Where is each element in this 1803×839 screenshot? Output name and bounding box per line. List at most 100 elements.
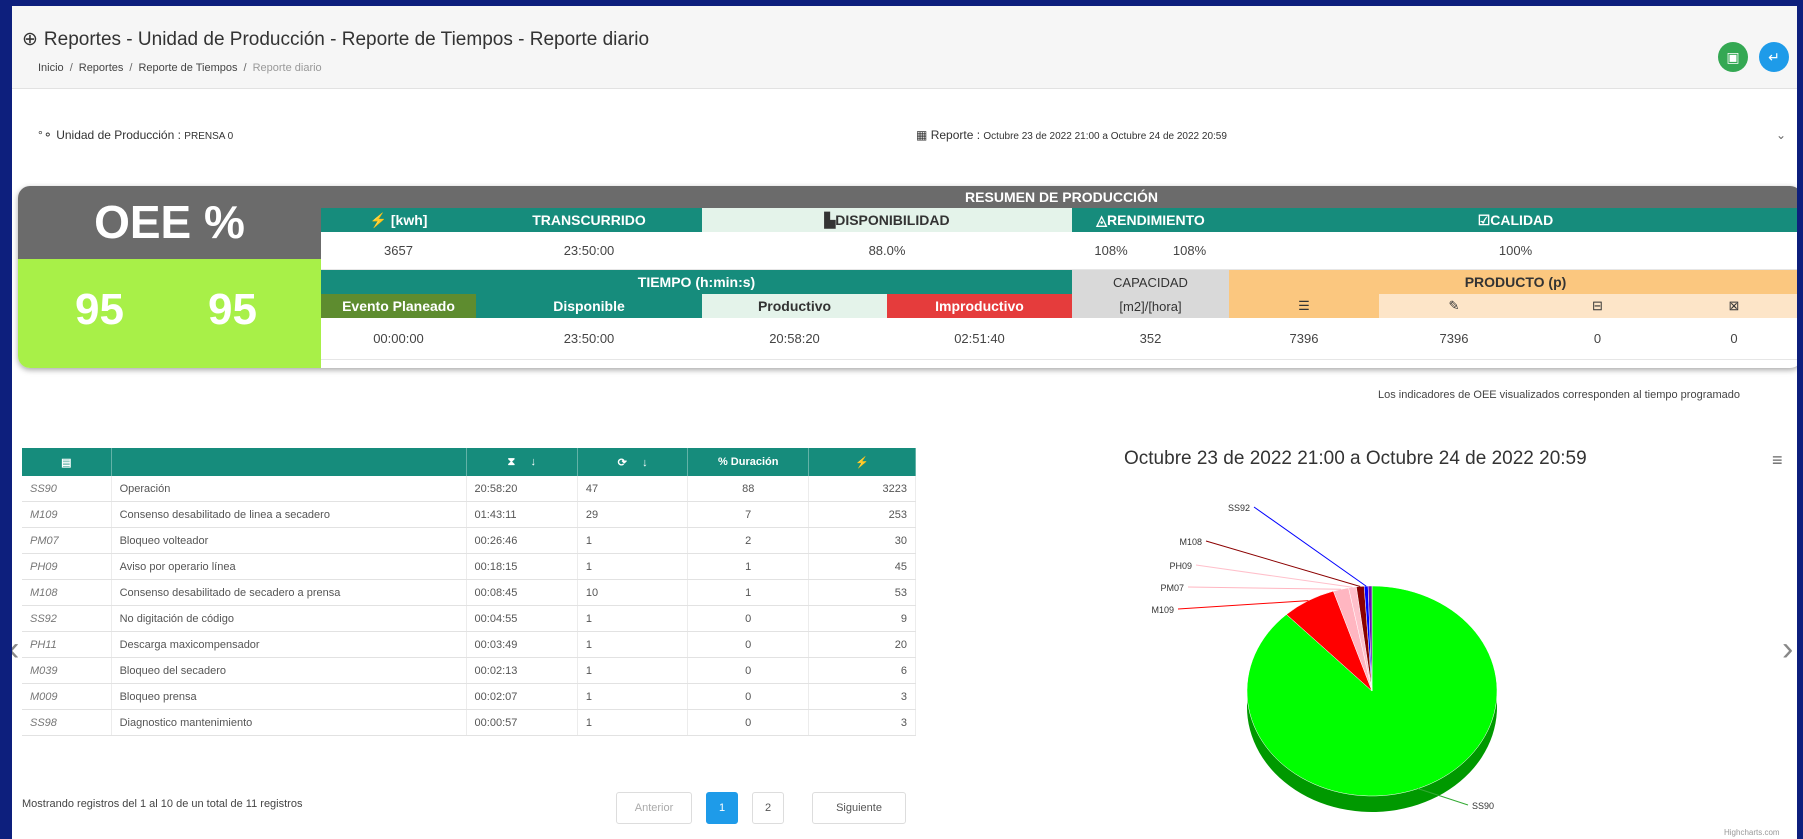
- table-row[interactable]: PH09 Aviso por operario línea 00:18:15 1 1 45: [22, 553, 916, 580]
- production-summary: OEE % 95 95 RESUMEN DE PRODUCCIÓN ⚡ [kwh…: [18, 186, 1797, 368]
- oee-value-2: 95: [208, 285, 257, 334]
- chevron-right-icon[interactable]: ›: [1782, 630, 1793, 669]
- sort-icon[interactable]: ↓: [530, 456, 536, 468]
- unit-label: Unidad de Producción :: [56, 128, 181, 142]
- pie-connector: [1195, 564, 1353, 588]
- pie-label: M108: [1179, 537, 1202, 547]
- next-page-button[interactable]: Siguiente: [812, 792, 906, 824]
- table-row[interactable]: SS98 Diagnostico mantenimiento 00:00:57 1 0 3: [22, 709, 916, 736]
- summary-band-title: RESUMEN DE PRODUCCIÓN: [965, 189, 1158, 205]
- table-row[interactable]: SS90 Operación 20:58:20 47 88 3223: [22, 476, 916, 502]
- capacity-value: 352: [1072, 318, 1229, 360]
- area-chart-icon: ◬: [1096, 211, 1108, 228]
- hamburger-menu-icon[interactable]: ≡: [1772, 450, 1783, 471]
- col-pct[interactable]: % Duración: [687, 448, 810, 476]
- planned-value: 00:00:00: [321, 318, 476, 360]
- bolt-icon: ⚡: [369, 211, 391, 228]
- breadcrumb-reporte-tiempos[interactable]: Reporte de Tiempos: [138, 62, 237, 74]
- bar-chart-icon: ▙: [824, 211, 836, 228]
- page-1-button[interactable]: 1: [706, 792, 738, 824]
- table-row[interactable]: M039 Bloqueo del secadero 00:02:13 1 0 6: [22, 657, 916, 684]
- list-icon: ▤: [61, 456, 72, 469]
- return-button[interactable]: ↵: [1759, 42, 1789, 72]
- check-icon: ☑: [1477, 211, 1491, 228]
- report-label: Reporte :: [930, 128, 981, 142]
- table-row[interactable]: M109 Consenso desabilitado de linea a sec…: [22, 501, 916, 528]
- return-arrow-icon: ↵: [1768, 48, 1780, 65]
- pie-label: PH09: [1169, 561, 1192, 571]
- energy-header: ⚡ [kwh]: [321, 208, 476, 232]
- refresh-icon: ⟳: [617, 456, 627, 469]
- planned-header: Evento Planeado: [321, 294, 476, 318]
- productive-value: 20:58:20: [702, 318, 887, 360]
- report-value: Octubre 23 de 2022 21:00 a Octubre 24 de…: [983, 131, 1227, 142]
- breadcrumb: Inicio / Reportes / Reporte de Tiempos / Repor…: [38, 62, 322, 74]
- export-excel-button[interactable]: ▣: [1718, 42, 1748, 72]
- col-energy[interactable]: ⚡: [808, 448, 916, 476]
- back-circle-icon[interactable]: ⊕: [22, 29, 38, 50]
- col-count[interactable]: ⟳ ↓: [577, 448, 689, 476]
- prev-page-button[interactable]: Anterior: [616, 792, 692, 824]
- table-row[interactable]: PH11 Descarga maxicompensador 00:03:49 1 0 20: [22, 631, 916, 658]
- performance-value-b: 108%: [1150, 232, 1229, 270]
- page-2-button[interactable]: 2: [752, 792, 784, 824]
- pie-label: PM07: [1160, 583, 1184, 593]
- performance-value-a: 108%: [1072, 232, 1150, 270]
- product-title: PRODUCTO (p): [1229, 270, 1797, 294]
- unproductive-value: 02:51:40: [887, 318, 1072, 360]
- elapsed-header: TRANSCURRIDO: [476, 208, 702, 232]
- chevron-down-icon[interactable]: ⌄: [1776, 128, 1786, 142]
- table-row[interactable]: PM07 Bloqueo volteador 00:26:46 1 2 30: [22, 527, 916, 554]
- col-desc[interactable]: [111, 448, 467, 476]
- breadcrumb-inicio[interactable]: Inicio: [38, 62, 64, 74]
- oee-title: OEE %: [18, 186, 321, 259]
- pie-label: M109: [1151, 605, 1174, 615]
- product-rework-value: 0: [1529, 318, 1666, 360]
- link-icon: °⚬: [38, 128, 53, 142]
- page-title-text: Reportes - Unidad de Producción - Report…: [43, 29, 650, 50]
- report-info: ▦ Reporte : Octubre 23 de 2022 21:00 a O…: [916, 128, 1227, 142]
- available-value: 23:50:00: [476, 318, 702, 360]
- product-total-value: 7396: [1229, 318, 1379, 360]
- available-header: Disponible: [476, 294, 702, 318]
- quality-header: ☑ CALIDAD: [1229, 208, 1797, 232]
- productive-header: Productivo: [702, 294, 887, 318]
- unit-info: °⚬ Unidad de Producción : PRENSA 0: [38, 128, 233, 142]
- pie-chart: SS90 M109 PM07 PH09 M108 SS92: [1151, 503, 1498, 812]
- app-frame: ⊕ Reportes - Unidad de Producción - Repor…: [0, 0, 1803, 839]
- good-product-icon: ✎: [1379, 294, 1529, 318]
- capacity-unit: [m2]/[hora]: [1072, 294, 1229, 318]
- page-header: ⊕ Reportes - Unidad de Producción - Repor…: [12, 6, 1797, 89]
- chart-credit: Highcharts.com: [1724, 828, 1780, 837]
- product-scrap-value: 0: [1666, 318, 1797, 360]
- oee-values: 95 95: [18, 259, 321, 368]
- pie-label: SS92: [1228, 503, 1250, 513]
- rework-product-icon: ⊟: [1529, 294, 1666, 318]
- table-row[interactable]: SS92 No digitación de código 00:04:55 1 0 9: [22, 605, 916, 632]
- pie-connector: [1253, 506, 1367, 587]
- chart-title: Octubre 23 de 2022 21:00 a Octubre 24 de…: [1124, 448, 1587, 469]
- unproductive-header: Improductivo: [887, 294, 1072, 318]
- pie-label: SS90: [1472, 801, 1494, 811]
- page-title: ⊕ Reportes - Unidad de Producción - Repor…: [22, 28, 649, 51]
- pie-connector: [1177, 600, 1309, 610]
- events-table-wrap: ▤ ⧗ ↓ ⟳ ↓ % Duración ⚡ SS90 Operación 20:5…: [22, 448, 916, 736]
- sort-icon[interactable]: ↓: [642, 457, 648, 469]
- availability-value: 88.0%: [702, 232, 1072, 270]
- breadcrumb-reportes[interactable]: Reportes: [79, 62, 124, 74]
- events-table: ▤ ⧗ ↓ ⟳ ↓ % Duración ⚡ SS90 Operación 20:5…: [22, 448, 916, 736]
- chevron-left-icon[interactable]: ‹: [12, 630, 19, 669]
- unit-value: PRENSA 0: [184, 131, 234, 142]
- hourglass-icon: ⧗: [507, 455, 516, 468]
- quality-value: 100%: [1229, 232, 1797, 270]
- breadcrumb-current: Reporte diario: [252, 62, 322, 74]
- energy-value: 3657: [321, 232, 476, 270]
- table-row[interactable]: M108 Consenso desabilitado de secadero a …: [22, 579, 916, 606]
- col-code[interactable]: ▤: [22, 448, 112, 476]
- oee-value-1: 95: [75, 285, 124, 334]
- table-row[interactable]: M009 Bloqueo prensa 00:02:07 1 0 3: [22, 683, 916, 710]
- pie-connector: [1187, 586, 1341, 590]
- col-time[interactable]: ⧗ ↓: [466, 448, 578, 476]
- availability-header: ▙ DISPONIBILIDAD: [702, 208, 1072, 232]
- excel-icon: ▣: [1726, 48, 1740, 65]
